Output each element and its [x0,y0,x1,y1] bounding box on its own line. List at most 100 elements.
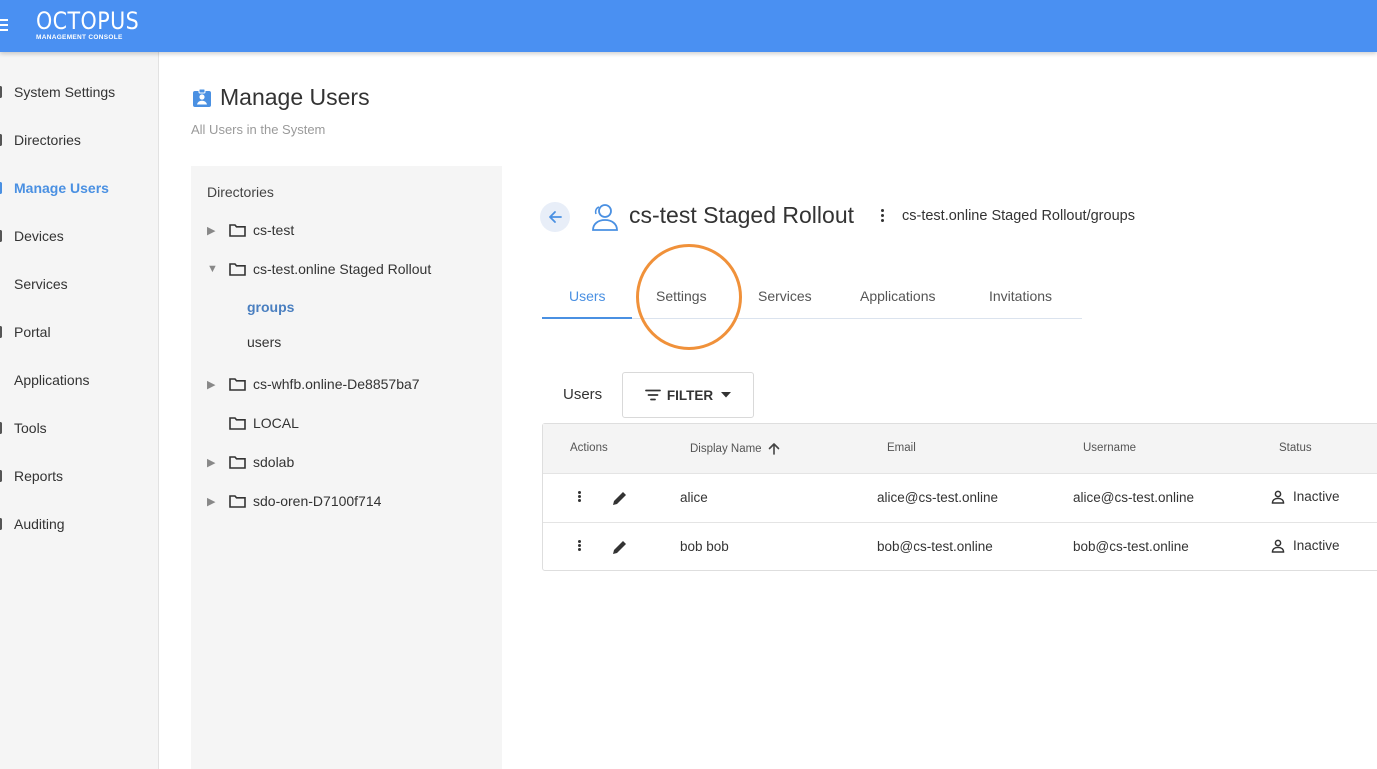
tree-node-cs-test[interactable]: ▶ cs-test [207,218,294,242]
column-header-display-name[interactable]: Display Name [690,442,780,455]
expand-arrow-icon[interactable]: ▶ [207,495,221,508]
app-logo[interactable]: OCTOPUS MANAGEMENT CONSOLE [36,8,156,41]
tree-node-cs-test-online-staged-rollout[interactable]: ▼ cs-test.online Staged Rollout [207,257,431,281]
tools-icon [0,422,2,434]
users-section-label: Users [563,386,603,403]
folder-icon [229,495,246,508]
sidebar-item-auditing[interactable]: Auditing [0,504,158,544]
sidebar-item-label: System Settings [14,84,116,100]
sidebar-item-manage-users[interactable]: Manage Users [0,168,158,208]
sidebar: System Settings Directories Manage Users… [0,52,159,769]
person-icon [1271,490,1285,504]
sidebar-item-devices[interactable]: Devices [0,216,158,256]
tree-node-label: cs-whfb.online-De8857ba7 [253,376,420,392]
page-title: Manage Users [220,84,370,110]
folder-icon [229,224,246,237]
user-group-icon [592,204,618,231]
logo-subtitle: MANAGEMENT CONSOLE [36,34,123,41]
tab-users[interactable]: Users [569,288,606,304]
sidebar-item-services[interactable]: Services [0,264,158,304]
tree-node-cs-whfb[interactable]: ▶ cs-whfb.online-De8857ba7 [207,372,420,396]
tree-node-label: LOCAL [253,415,299,431]
person-icon [1271,539,1285,553]
device-icon [0,230,2,242]
settings-icon [0,86,2,98]
edit-pencil-icon[interactable] [611,489,629,507]
column-header-label: Display Name [690,442,762,455]
directory-tree-panel: Directories ▶ cs-test ▼ cs-test.online S… [191,166,502,769]
tree-node-label: sdo-oren-D7100f714 [253,493,382,509]
tab-invitations[interactable]: Invitations [989,288,1052,304]
sidebar-item-tools[interactable]: Tools [0,408,158,448]
sidebar-item-system-settings[interactable]: System Settings [0,72,158,112]
menu-icon[interactable] [0,15,12,35]
directory-path: cs-test.online Staged Rollout/groups [902,208,1135,224]
tab-bar: Users Settings Services Applications Inv… [542,276,1082,319]
sidebar-item-reports[interactable]: Reports [0,456,158,496]
collapse-arrow-icon[interactable]: ▼ [207,263,221,275]
active-tab-indicator [542,317,632,319]
expand-arrow-icon[interactable]: ▶ [207,378,221,391]
caret-down-icon [721,392,732,398]
sidebar-item-label: Tools [14,420,47,436]
folder-icon [229,263,246,276]
cell-display-name: bob bob [680,539,729,554]
expand-arrow-icon[interactable]: ▶ [207,224,221,237]
edit-pencil-icon[interactable] [611,538,629,556]
sidebar-item-label: Reports [14,468,64,484]
sidebar-item-label: Services [14,276,68,292]
column-header-username[interactable]: Username [1083,442,1136,454]
page-heading: Manage Users [192,84,370,111]
cell-username: alice@cs-test.online [1073,490,1195,505]
users-table: Actions Display Name Email Username Stat… [542,423,1377,571]
tab-applications[interactable]: Applications [860,288,936,304]
sort-ascending-icon[interactable] [768,442,780,455]
tree-node-sdolab[interactable]: ▶ sdolab [207,450,294,474]
sidebar-item-directories[interactable]: Directories [0,120,158,160]
sidebar-item-portal[interactable]: Portal [0,312,158,352]
directory-icon [0,134,2,146]
row-actions-icon[interactable] [574,490,584,506]
top-bar: OCTOPUS MANAGEMENT CONSOLE [0,0,1377,52]
tab-services[interactable]: Services [758,288,812,304]
logo-title: OCTOPUS [36,7,140,35]
cell-email: alice@cs-test.online [877,490,999,505]
tree-node-label: cs-test [253,222,295,238]
cell-username: bob@cs-test.online [1073,539,1189,554]
column-header-email[interactable]: Email [887,442,916,454]
table-row[interactable]: alice alice@cs-test.online alice@cs-test… [543,474,1377,523]
tree-node-label: sdolab [253,454,295,470]
directory-title: cs-test Staged Rollout [629,202,855,228]
user-badge-icon [193,88,211,107]
sidebar-item-label: Devices [14,228,64,244]
column-header-actions: Actions [570,442,608,454]
page-subtitle: All Users in the System [191,122,326,137]
tree-node-local[interactable]: LOCAL [207,411,299,435]
tree-heading: Directories [207,184,274,200]
table-header: Actions Display Name Email Username Stat… [543,424,1377,474]
tree-child-groups[interactable]: groups [247,299,294,315]
users-icon [0,182,2,194]
sidebar-item-label: Auditing [14,516,65,532]
filter-icon [644,389,661,401]
back-button[interactable] [540,202,570,232]
cell-email: bob@cs-test.online [877,539,993,554]
tab-settings[interactable]: Settings [656,288,707,304]
cell-display-name: alice [680,490,708,505]
sidebar-item-label: Applications [14,372,90,388]
row-actions-icon[interactable] [574,539,584,555]
filter-label: FILTER [666,387,714,403]
sidebar-item-label: Portal [14,324,51,340]
sidebar-item-label: Directories [14,132,81,148]
cell-status: Inactive [1271,489,1340,504]
table-row[interactable]: bob bob bob@cs-test.online bob@cs-test.o… [543,523,1377,572]
filter-button[interactable]: FILTER [622,372,754,418]
tree-child-users[interactable]: users [247,334,281,350]
folder-icon [229,417,246,430]
sidebar-item-applications[interactable]: Applications [0,360,158,400]
tree-node-sdo-oren[interactable]: ▶ sdo-oren-D7100f714 [207,489,381,513]
more-options-icon[interactable] [876,207,888,227]
expand-arrow-icon[interactable]: ▶ [207,456,221,469]
column-header-status[interactable]: Status [1279,442,1312,454]
folder-icon [229,378,246,391]
